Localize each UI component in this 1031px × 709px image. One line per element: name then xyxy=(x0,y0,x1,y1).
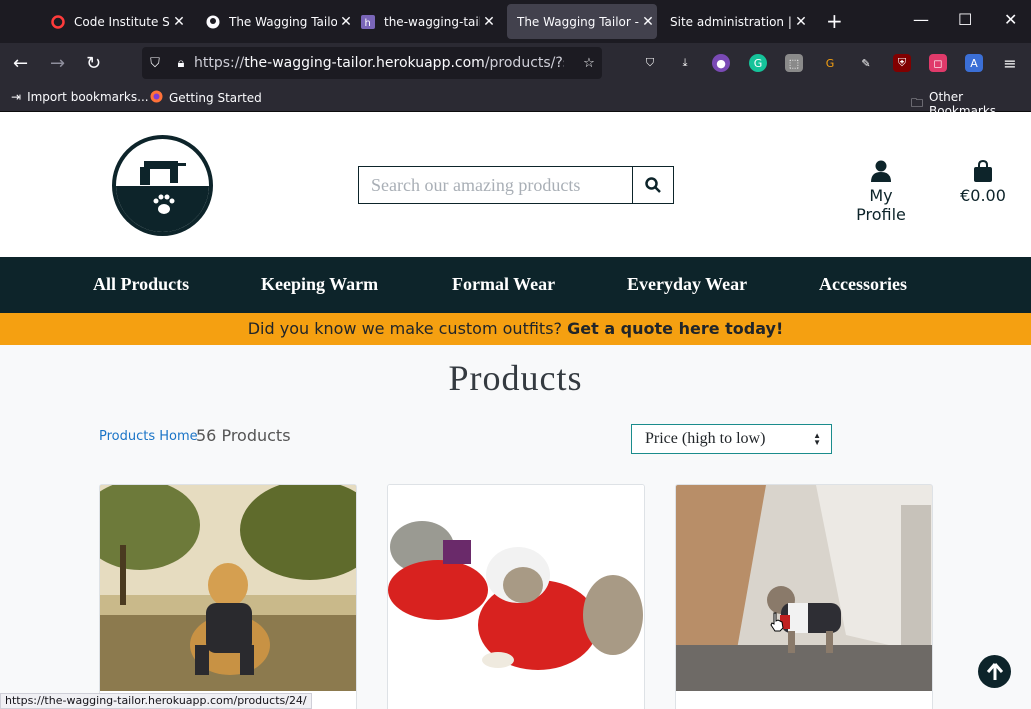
opera-icon xyxy=(50,14,66,30)
shield-icon[interactable]: ⛉ xyxy=(142,56,168,71)
cart-total: €0.00 xyxy=(960,186,1006,205)
address-bar[interactable]: ⛉ 🔒︎ https://the-wagging-tailor.herokuap… xyxy=(142,47,602,79)
bookmarks-bar: ⇥ Import bookmarks... Getting Started 🗀 … xyxy=(0,84,1031,118)
site-logo[interactable] xyxy=(112,135,213,236)
products-section: Products Products Home 56 Products Price… xyxy=(0,345,1031,709)
profile-label: My Profile xyxy=(856,186,906,224)
menu-icon[interactable]: ≡ xyxy=(1001,54,1019,73)
tab-wagging-tailor-active[interactable]: The Wagging Tailor - ( ✕ xyxy=(507,4,657,39)
search-button[interactable] xyxy=(632,167,673,203)
cart-link[interactable]: €0.00 xyxy=(956,159,1010,205)
sort-select[interactable]: Price (high to low) ▲ ▼ xyxy=(631,424,832,454)
tab-title: Site administration | Dj xyxy=(670,14,792,29)
product-image-frenchie-jacket[interactable] xyxy=(676,485,932,691)
product-card[interactable] xyxy=(387,484,645,709)
bookmark-getting-started[interactable]: Getting Started xyxy=(150,90,262,106)
tab-title: The Wagging Tailo xyxy=(229,14,337,29)
browser-chrome: Code Institute Scho ✕ The Wagging Tailo … xyxy=(0,0,1031,118)
reload-icon[interactable]: ↻ xyxy=(86,53,101,74)
web-page: My Profile €0.00 All Products Keeping Wa… xyxy=(0,112,1031,709)
tab-github[interactable]: The Wagging Tailo ✕ xyxy=(195,4,355,39)
hand-cursor-icon xyxy=(770,612,784,636)
extension-icon[interactable]: ● xyxy=(712,54,730,72)
svg-text:h: h xyxy=(365,18,371,29)
nav-everyday-wear[interactable]: Everyday Wear xyxy=(627,274,747,295)
bookmark-label: Getting Started xyxy=(169,91,262,105)
back-icon[interactable]: ← xyxy=(13,53,28,74)
ublock-icon[interactable]: ⛨ xyxy=(893,54,911,72)
promo-banner: Did you know we make custom outfits? Get… xyxy=(0,313,1031,345)
search-input[interactable] xyxy=(359,167,633,203)
tab-title: The Wagging Tailor - ( xyxy=(517,14,639,29)
tab-code-institute[interactable]: Code Institute Scho ✕ xyxy=(40,4,188,39)
search-icon xyxy=(645,177,661,193)
lock-icon[interactable]: 🔒︎ xyxy=(168,56,194,71)
firefox-icon xyxy=(150,90,163,106)
minimize-icon[interactable]: — xyxy=(913,10,929,29)
extension-icon[interactable]: G xyxy=(821,54,839,72)
search-form xyxy=(358,166,674,204)
breadcrumb-products-home[interactable]: Products Home xyxy=(99,429,198,444)
tab-heroku[interactable]: h the-wagging-tailo ✕ xyxy=(350,4,498,39)
extension-icon[interactable]: ⬚ xyxy=(785,54,803,72)
new-tab-button[interactable]: + xyxy=(826,9,843,33)
product-image-dog-leather-jacket[interactable] xyxy=(100,485,356,691)
close-tab-icon[interactable]: ✕ xyxy=(480,14,498,30)
close-tab-icon[interactable]: ✕ xyxy=(170,14,188,30)
main-nav: All Products Keeping Warm Formal Wear Ev… xyxy=(0,257,1031,314)
tab-title: the-wagging-tailo xyxy=(384,14,480,29)
heroku-icon: h xyxy=(360,14,376,30)
user-icon xyxy=(871,160,891,182)
nav-accessories[interactable]: Accessories xyxy=(819,274,907,295)
site-header: My Profile €0.00 xyxy=(0,112,1031,257)
pocket-icon[interactable]: ⛉ xyxy=(641,54,659,72)
close-window-icon[interactable]: ✕ xyxy=(1004,10,1017,29)
page-title: Products xyxy=(448,358,583,398)
sort-selected-value: Price (high to low) xyxy=(645,430,766,447)
nav-all-products[interactable]: All Products xyxy=(93,274,189,295)
tab-bar: Code Institute Scho ✕ The Wagging Tailo … xyxy=(0,0,1031,43)
product-card[interactable] xyxy=(675,484,933,709)
shopping-bag-icon xyxy=(974,159,992,182)
extension-icon[interactable]: ◻ xyxy=(929,54,947,72)
banner-text: Did you know we make custom outfits? xyxy=(247,319,563,338)
forward-icon[interactable]: → xyxy=(50,53,65,74)
status-bar-url: https://the-wagging-tailor.herokuapp.com… xyxy=(0,693,312,709)
quote-link[interactable]: Get a quote here today! xyxy=(567,319,783,338)
close-tab-icon[interactable]: ✕ xyxy=(639,14,657,30)
grammarly-icon[interactable]: G xyxy=(749,54,767,72)
translate-icon[interactable]: A xyxy=(965,54,983,72)
product-count: 56 Products xyxy=(196,426,291,445)
import-icon: ⇥ xyxy=(11,90,22,104)
tab-title: Code Institute Scho xyxy=(74,14,170,29)
close-tab-icon[interactable]: ✕ xyxy=(792,14,810,30)
back-to-top-button[interactable] xyxy=(978,655,1011,688)
nav-keeping-warm[interactable]: Keeping Warm xyxy=(261,274,378,295)
product-image-cats-red-hoodie[interactable] xyxy=(388,485,644,691)
arrow-up-icon xyxy=(986,662,1003,680)
nav-formal-wear[interactable]: Formal Wear xyxy=(452,274,555,295)
tab-site-admin[interactable]: Site administration | Dj ✕ xyxy=(660,4,810,39)
product-card[interactable] xyxy=(99,484,357,709)
url-text: https://the-wagging-tailor.herokuapp.com… xyxy=(194,55,564,71)
github-icon xyxy=(205,14,221,30)
browser-toolbar: ← → ↻ ⛉ 🔒︎ https://the-wagging-tailor.he… xyxy=(0,43,1031,84)
eyedropper-icon[interactable]: ✎ xyxy=(857,54,875,72)
bookmark-import[interactable]: ⇥ Import bookmarks... xyxy=(11,90,149,104)
bookmark-label: Import bookmarks... xyxy=(27,90,149,104)
select-arrows-icon: ▲ ▼ xyxy=(813,431,821,447)
maximize-icon[interactable]: ☐ xyxy=(958,10,972,29)
my-profile-link[interactable]: My Profile xyxy=(843,160,919,224)
download-icon[interactable]: ⤓ xyxy=(676,54,694,72)
bookmark-star-icon[interactable]: ☆ xyxy=(576,56,602,71)
